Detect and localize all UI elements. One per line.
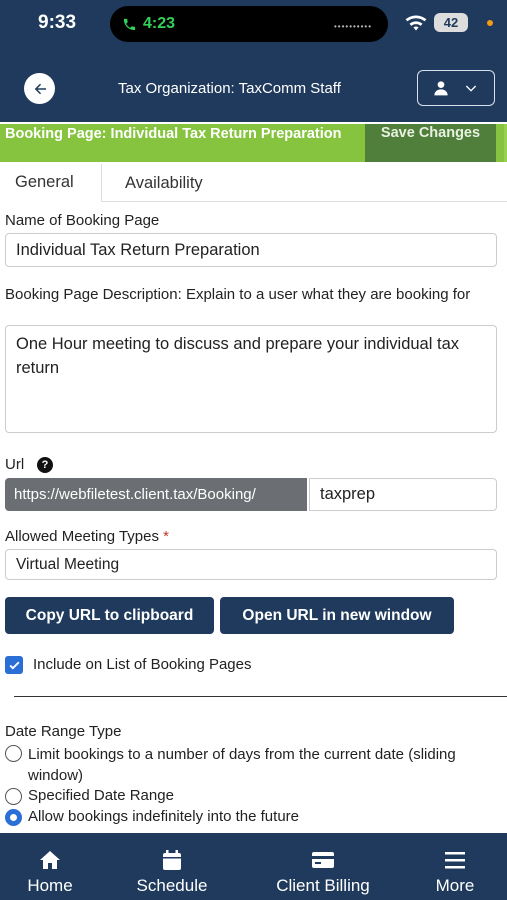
- chevron-down-icon: [465, 85, 477, 92]
- meeting-types-label: Allowed Meeting Types *: [5, 528, 169, 545]
- nav-client-billing[interactable]: Client Billing: [258, 833, 388, 900]
- nav-schedule[interactable]: Schedule: [120, 833, 224, 900]
- menu-icon: [445, 852, 465, 869]
- name-label: Name of Booking Page: [5, 212, 160, 229]
- date-range-label: Date Range Type: [5, 723, 122, 740]
- radio-indefinite-label: Allow bookings indefinitely into the fut…: [28, 808, 299, 825]
- nav-more[interactable]: More: [414, 833, 496, 900]
- page-title: Booking Page: Individual Tax Return Prep…: [5, 126, 342, 142]
- battery-indicator: 42: [434, 13, 468, 32]
- radio-specified-range[interactable]: [5, 788, 22, 805]
- required-marker: *: [163, 528, 169, 545]
- nav-more-label: More: [435, 876, 475, 895]
- radio-specified-range-label: Specified Date Range: [28, 787, 174, 804]
- tab-availability[interactable]: Availability: [125, 164, 203, 202]
- checkmark-icon: [8, 661, 20, 670]
- credit-card-icon: [312, 852, 334, 868]
- back-button[interactable]: [24, 73, 55, 104]
- nav-home-label: Home: [27, 876, 73, 895]
- audio-waveform-icon: ••••••••••: [333, 22, 372, 31]
- active-call-indicator[interactable]: 4:23: [122, 13, 175, 35]
- privacy-indicator: [487, 20, 493, 26]
- user-icon: [434, 81, 448, 96]
- booking-page-header: Booking Page: Individual Tax Return Prep…: [0, 124, 507, 162]
- app-header: 9:33 4:23 •••••••••• 42 Tax Organization…: [0, 0, 507, 122]
- include-list-label: Include on List of Booking Pages: [33, 656, 252, 673]
- wifi-icon: [405, 15, 427, 31]
- radio-sliding-window-label: Limit bookings to a number of days from …: [5, 744, 475, 786]
- section-divider: [14, 696, 507, 697]
- name-input[interactable]: Individual Tax Return Preparation: [5, 233, 497, 267]
- description-textarea[interactable]: One Hour meeting to discuss and prepare …: [5, 325, 497, 433]
- user-menu-button[interactable]: [417, 70, 495, 106]
- dynamic-island: 4:23 ••••••••••: [110, 6, 388, 42]
- phone-icon: [123, 18, 136, 30]
- organization-title: Tax Organization: TaxComm Staff: [118, 80, 341, 97]
- arrow-left-icon: [34, 83, 46, 94]
- status-time: 9:33: [38, 12, 77, 33]
- tab-general[interactable]: General: [0, 164, 102, 202]
- open-url-button[interactable]: Open URL in new window: [220, 597, 454, 634]
- description-label: Booking Page Description: Explain to a u…: [5, 286, 471, 303]
- meeting-types-label-text: Allowed Meeting Types: [5, 528, 159, 545]
- tab-bar: General Availability: [0, 164, 507, 202]
- include-list-checkbox[interactable]: [5, 656, 23, 674]
- nav-client-billing-label: Client Billing: [276, 876, 370, 895]
- save-changes-button[interactable]: Save Changes: [365, 124, 496, 162]
- meeting-types-select[interactable]: Virtual Meeting: [5, 549, 497, 580]
- url-slug-input[interactable]: taxprep: [309, 478, 497, 511]
- url-prefix: https://webfiletest.client.tax/Booking/: [5, 478, 307, 511]
- url-label: Url: [5, 456, 25, 473]
- call-duration: 4:23: [143, 15, 176, 32]
- calendar-icon: [163, 850, 181, 870]
- radio-indefinite[interactable]: [5, 809, 22, 826]
- copy-url-button[interactable]: Copy URL to clipboard: [5, 597, 214, 634]
- bottom-nav: Home Schedule Client Billing More: [0, 833, 507, 900]
- home-icon: [40, 851, 60, 869]
- nav-home[interactable]: Home: [0, 833, 100, 900]
- help-icon[interactable]: ?: [37, 457, 53, 473]
- radio-sliding-window-text: Limit bookings to a number of days from …: [28, 746, 456, 784]
- nav-schedule-label: Schedule: [136, 876, 208, 895]
